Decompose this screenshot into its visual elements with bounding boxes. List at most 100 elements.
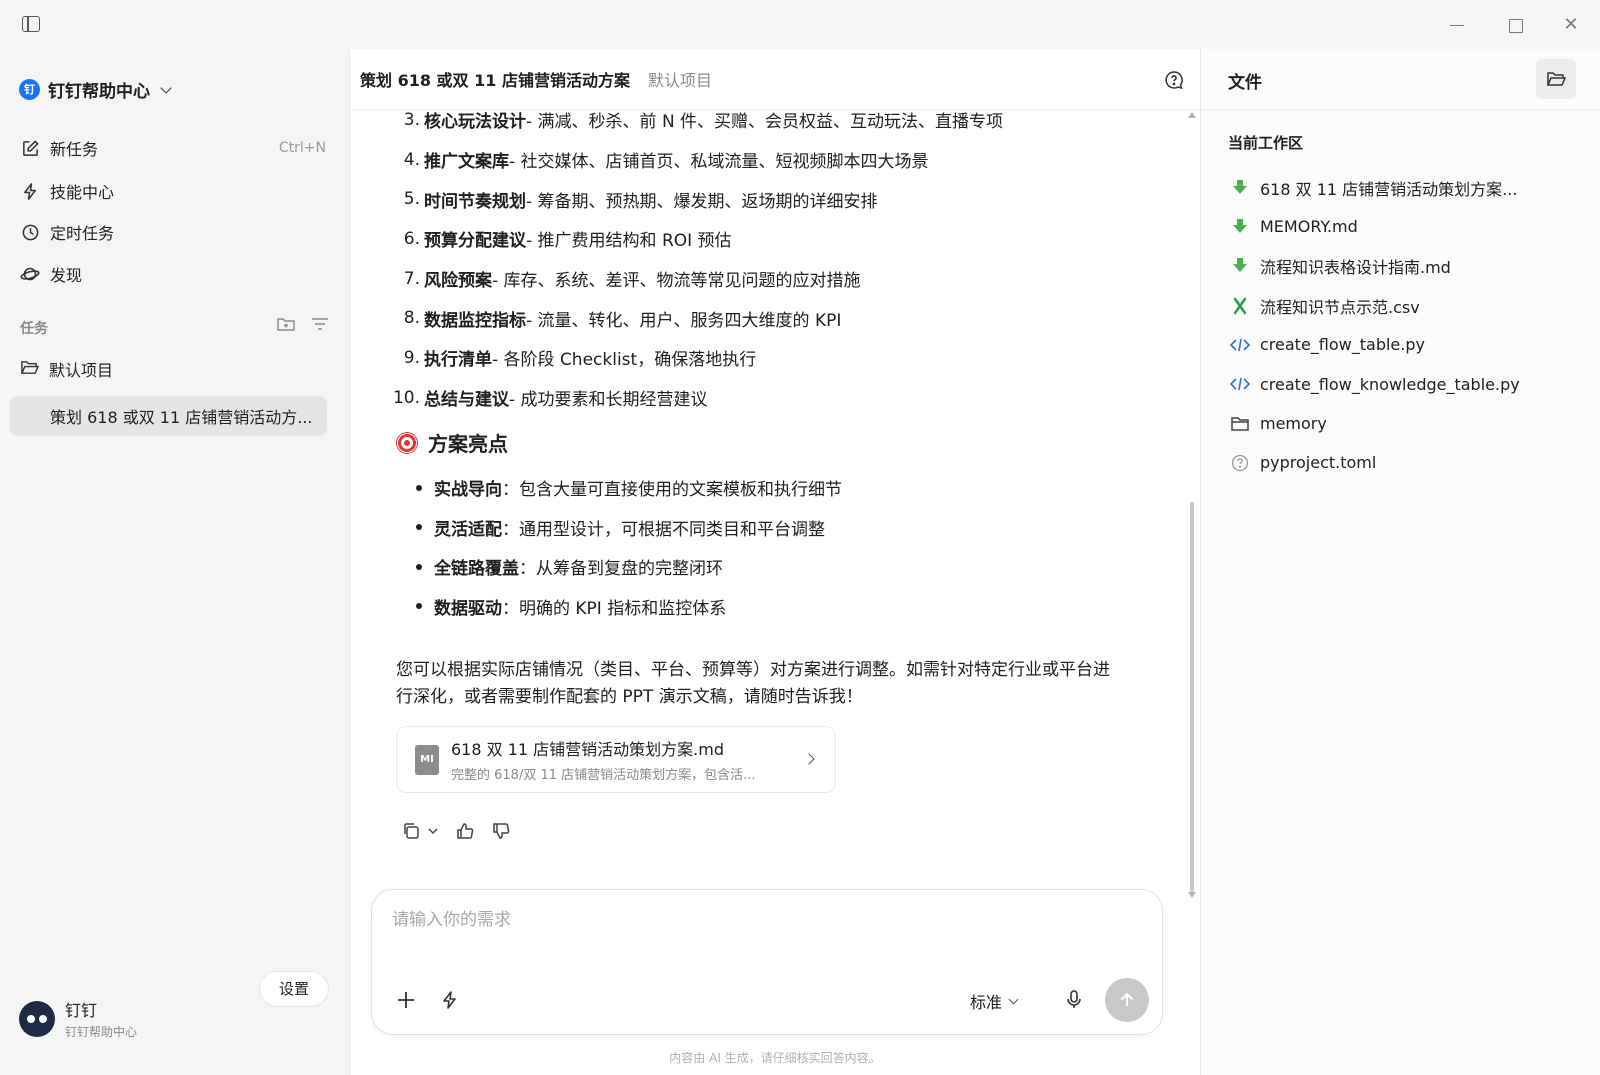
microphone-icon [1067, 990, 1081, 1008]
thumbs-down-button[interactable] [490, 820, 512, 842]
attachment-desc: 完整的 618/双 11 店铺营销活动策划方案，包含活... [451, 768, 756, 783]
project-label: 默认项目 [49, 361, 114, 380]
file-row[interactable]: pyproject.toml [1230, 443, 1590, 482]
nav-label: 新任务 [50, 140, 99, 159]
unknown-file-icon [1230, 453, 1250, 473]
workspace-switcher[interactable]: 钉 钉钉帮助中心 [19, 77, 172, 102]
list-item: 灵活适配 ：通用型设计，可根据不同类目和平台调整 [416, 508, 842, 548]
folder-open-icon [20, 359, 40, 380]
file-row[interactable]: create_flow_table.py [1230, 325, 1590, 364]
open-folder-button[interactable] [1536, 59, 1576, 99]
scrollbar[interactable] [1188, 110, 1196, 900]
markdown-download-icon [1230, 178, 1250, 198]
markdown-file-icon: MI [415, 744, 439, 775]
code-icon [1230, 374, 1250, 394]
code-icon [1230, 335, 1250, 355]
list-item: 9. 执行清单 - 各阶段 Checklist，确保落地执行 [403, 347, 757, 371]
skills-button[interactable] [438, 988, 462, 1012]
chat-header: 策划 618 或双 11 店铺营销活动方案 默认项目 [350, 49, 1200, 110]
copy-icon [404, 823, 419, 839]
file-row[interactable]: 流程知识表格设计指南.md [1230, 247, 1590, 286]
excel-icon [1230, 296, 1250, 316]
close-button[interactable]: ✕ [1558, 12, 1584, 38]
closing-paragraph: 您可以根据实际店铺情况（类目、平台、预算等）对方案进行调整。如需针对特定行业或平… [396, 660, 1110, 707]
message-content: 3. 核心玩法设计 - 满减、秒杀、前 N 件、买赠、会员权益、互动玩法、直播专项… [350, 110, 1200, 900]
highlights-heading: 方案亮点 [396, 428, 508, 457]
folder-open-icon [1546, 72, 1566, 86]
nav-label: 技能中心 [50, 183, 115, 202]
list-item: 5. 时间节奏规划 - 筹备期、预热期、爆发期、返场期的详细安排 [403, 189, 878, 212]
new-folder-icon[interactable] [276, 315, 296, 337]
maximize-button[interactable] [1502, 12, 1528, 38]
chat-input[interactable] [392, 910, 1132, 930]
filter-icon[interactable] [310, 315, 330, 337]
list-item: 7. 风险预案 - 库存、系统、差评、物流等常见问题的应对措施 [403, 268, 861, 292]
task-label: 策划 618 或双 11 店铺营销活动方... [50, 408, 313, 427]
file-attachment-card[interactable]: MI 618 双 11 店铺营销活动策划方案.md 完整的 618/双 11 店… [396, 726, 836, 793]
planet-icon [20, 264, 40, 284]
microphone-button[interactable] [1062, 988, 1086, 1012]
user-name: 钉钉 [65, 1001, 98, 1020]
sidebar: 钉 钉钉帮助中心 新任务 Ctrl+N 技能中心 定时任务 发现 任务 默认项目… [0, 49, 350, 1075]
workspace-label: 当前工作区 [1228, 134, 1304, 152]
file-row[interactable]: create_flow_knowledge_table.py [1230, 364, 1590, 403]
nav-label: 发现 [50, 266, 83, 285]
chat-main: 策划 618 或双 11 店铺营销活动方案 默认项目 3. 核心玩法设计 - 满减… [350, 49, 1200, 1075]
file-row[interactable]: MEMORY.md [1230, 207, 1590, 246]
attachment-name: 618 双 11 店铺营销活动策划方案.md [451, 740, 724, 759]
avatar [19, 1000, 55, 1037]
bullet-list: 实战导向 ：包含大量可直接使用的文案模板和执行细节 灵活适配 ：通用型设计，可根据不… [416, 468, 842, 626]
arrow-up-icon [1120, 992, 1134, 1006]
target-icon [396, 431, 418, 454]
copy-button[interactable] [400, 820, 440, 842]
list-item: 10. 总结与建议 - 成功要素和长期经营建议 [392, 387, 708, 411]
file-row[interactable]: 618 双 11 店铺营销活动策划方案... [1230, 168, 1590, 207]
nav-label: 定时任务 [50, 224, 115, 243]
chat-title: 策划 618 或双 11 店铺营销活动方案 [360, 71, 630, 90]
markdown-download-icon [1230, 256, 1250, 276]
chevron-down-icon [1008, 994, 1019, 1004]
markdown-download-icon [1230, 217, 1250, 237]
file-list: 618 双 11 店铺营销活动策划方案... MEMORY.md 流程知识表格设… [1230, 168, 1590, 482]
edit-icon [20, 138, 40, 158]
add-attachment-button[interactable] [394, 988, 418, 1012]
chat-project[interactable]: 默认项目 [648, 67, 712, 91]
help-button[interactable] [1159, 65, 1189, 95]
folder-row[interactable]: memory [1230, 404, 1590, 443]
minimize-button[interactable] [1444, 12, 1470, 38]
settings-button[interactable]: 设置 [259, 971, 329, 1007]
tasks-section-label: 任务 [20, 321, 48, 337]
task-item-active[interactable]: 策划 618 或双 11 店铺营销活动方... [10, 396, 327, 436]
folder-icon [1230, 413, 1250, 433]
workspace-name: 钉钉帮助中心 [48, 82, 150, 102]
lightning-icon [20, 181, 40, 201]
user-org: 钉钉帮助中心 [65, 1025, 138, 1039]
dingtalk-logo-icon: 钉 [19, 79, 40, 100]
scroll-thumb[interactable] [1190, 502, 1194, 892]
scroll-down-arrow-icon[interactable] [1188, 892, 1196, 898]
files-title: 文件 [1228, 73, 1262, 93]
ordered-list: 3. 核心玩法设计 - 满减、秒杀、前 N 件、买赠、会员权益、互动玩法、直播专项… [390, 110, 1150, 418]
mode-selector[interactable]: 标准 [970, 989, 1019, 1013]
user-profile[interactable]: 钉钉 钉钉帮助中心 [19, 997, 137, 1040]
new-task-button[interactable]: 新任务 Ctrl+N [20, 131, 330, 165]
title-bar: ✕ [0, 0, 1600, 49]
clock-icon [20, 222, 40, 242]
thumbs-up-button[interactable] [454, 820, 476, 842]
list-item: 4. 推广文案库 - 社交媒体、店铺首页、私域流量、短视频脚本四大场景 [403, 149, 929, 173]
scheduled-tasks-button[interactable]: 定时任务 [20, 215, 330, 249]
skill-center-button[interactable]: 技能中心 [20, 174, 330, 208]
sidebar-toggle-icon[interactable] [22, 16, 40, 32]
files-panel: 文件 当前工作区 618 双 11 店铺营销活动策划方案... MEMORY.m… [1200, 49, 1600, 1075]
scroll-up-arrow-icon[interactable] [1188, 112, 1196, 118]
project-default[interactable]: 默认项目 [20, 352, 330, 386]
discover-button[interactable]: 发现 [20, 257, 330, 291]
file-row[interactable]: 流程知识节点示范.csv [1230, 286, 1590, 325]
files-header: 文件 [1201, 49, 1600, 110]
list-item: 全链路覆盖 ：从筹备到复盘的完整闭环 [416, 547, 842, 587]
send-button[interactable] [1105, 978, 1149, 1022]
plus-icon [398, 992, 414, 1008]
lightning-icon [443, 991, 456, 1009]
shortcut-hint: Ctrl+N [278, 140, 326, 156]
chevron-right-icon [803, 753, 815, 765]
